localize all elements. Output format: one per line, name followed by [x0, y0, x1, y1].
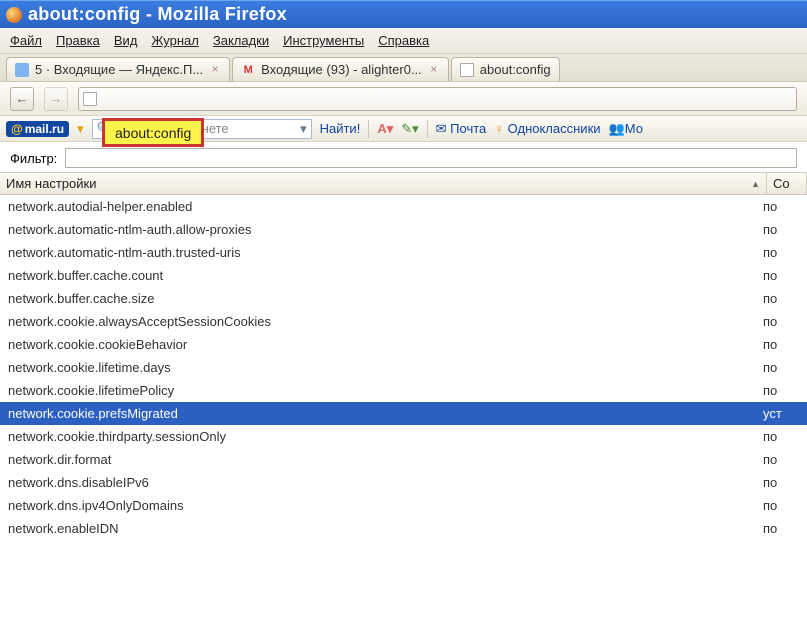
chevron-down-icon[interactable]: ▾ — [300, 121, 307, 137]
menu-edit[interactable]: Правка — [56, 33, 100, 48]
highlight-a-icon[interactable]: A▾ — [377, 121, 393, 137]
back-button[interactable]: ← — [10, 87, 34, 111]
prefs-table: network.autodial-helper.enabledпоnetwork… — [0, 195, 807, 540]
table-row[interactable]: network.cookie.prefsMigratedуст — [0, 402, 807, 425]
pref-name: network.dns.disableIPv6 — [8, 475, 763, 490]
odnoklassniki-link[interactable]: ♀ Одноклассники — [494, 121, 600, 136]
pref-name: network.automatic-ntlm-auth.allow-proxie… — [8, 222, 763, 237]
table-row[interactable]: network.cookie.thirdparty.sessionOnlyпо — [0, 425, 807, 448]
sort-asc-icon: ▲ — [751, 179, 760, 189]
pref-status: по — [763, 314, 799, 329]
separator — [368, 120, 369, 138]
mail-link[interactable]: ✉ Почта — [436, 121, 487, 137]
tab-yandex-inbox[interactable]: 5 · Входящие — Яндекс.П... × — [6, 57, 230, 81]
table-row[interactable]: network.dns.disableIPv6по — [0, 471, 807, 494]
window-title: about:config - Mozilla Firefox — [28, 4, 287, 25]
pref-status: по — [763, 291, 799, 306]
pref-name: network.dns.ipv4OnlyDomains — [8, 498, 763, 513]
table-row[interactable]: network.dns.ipv4OnlyDomainsпо — [0, 494, 807, 517]
menu-bookmarks[interactable]: Закладки — [213, 33, 269, 48]
pref-name: network.autodial-helper.enabled — [8, 199, 763, 214]
pref-status: уст — [763, 406, 799, 421]
menu-help[interactable]: Справка — [378, 33, 429, 48]
window-titlebar: about:config - Mozilla Firefox — [0, 0, 807, 28]
menu-bar: Файл Правка Вид Журнал Закладки Инструме… — [0, 28, 807, 54]
pref-name: network.buffer.cache.size — [8, 291, 763, 306]
pref-status: по — [763, 452, 799, 467]
table-row[interactable]: network.enableIDNпо — [0, 517, 807, 540]
pref-status: по — [763, 429, 799, 444]
pref-name: network.dir.format — [8, 452, 763, 467]
table-row[interactable]: network.cookie.cookieBehaviorпо — [0, 333, 807, 356]
column-status[interactable]: Со — [767, 173, 807, 194]
page-icon — [83, 92, 97, 106]
pref-status: по — [763, 268, 799, 283]
pref-status: по — [763, 245, 799, 260]
tab-label: Входящие (93) - alighter0... — [261, 62, 422, 77]
back-icon: ← — [16, 91, 29, 106]
pref-name: network.buffer.cache.count — [8, 268, 763, 283]
table-header: Имя настройки ▲ Со — [0, 172, 807, 195]
pref-name: network.cookie.lifetimePolicy — [8, 383, 763, 398]
separator — [427, 120, 428, 138]
url-highlight: about:config — [102, 118, 204, 147]
yandex-icon — [15, 63, 29, 77]
menu-view[interactable]: Вид — [114, 33, 138, 48]
forward-icon: → — [50, 91, 63, 106]
pref-status: по — [763, 383, 799, 398]
tab-about-config[interactable]: about:config — [451, 57, 560, 81]
table-row[interactable]: network.dir.formatпо — [0, 448, 807, 471]
forward-button[interactable]: → — [44, 87, 68, 111]
menu-tools[interactable]: Инструменты — [283, 33, 364, 48]
tab-label: 5 · Входящие — Яндекс.П... — [35, 62, 203, 77]
gmail-icon: M — [241, 63, 255, 77]
pref-status: по — [763, 498, 799, 513]
table-row[interactable]: network.cookie.alwaysAcceptSessionCookie… — [0, 310, 807, 333]
navigation-toolbar: ← → — [0, 82, 807, 116]
tab-label: about:config — [480, 62, 551, 77]
firefox-icon — [6, 7, 22, 23]
close-icon[interactable]: × — [428, 64, 440, 76]
table-row[interactable]: network.buffer.cache.sizeпо — [0, 287, 807, 310]
pref-status: по — [763, 222, 799, 237]
table-row[interactable]: network.autodial-helper.enabledпо — [0, 195, 807, 218]
more-link[interactable]: 👥Мо — [609, 121, 643, 137]
table-row[interactable]: network.buffer.cache.countпо — [0, 264, 807, 287]
dropdown-icon[interactable]: ▾ — [77, 121, 84, 137]
filter-label: Фильтр: — [10, 151, 57, 166]
url-bar[interactable] — [78, 87, 797, 111]
table-row[interactable]: network.automatic-ntlm-auth.trusted-uris… — [0, 241, 807, 264]
table-row[interactable]: network.cookie.lifetimePolicyпо — [0, 379, 807, 402]
pref-status: по — [763, 360, 799, 375]
page-icon — [460, 63, 474, 77]
column-name[interactable]: Имя настройки ▲ — [0, 173, 767, 194]
menu-file[interactable]: Файл — [10, 33, 42, 48]
table-row[interactable]: network.cookie.lifetime.daysпо — [0, 356, 807, 379]
close-icon[interactable]: × — [209, 64, 221, 76]
pref-status: по — [763, 337, 799, 352]
pref-name: network.automatic-ntlm-auth.trusted-uris — [8, 245, 763, 260]
pref-status: по — [763, 475, 799, 490]
find-button[interactable]: Найти! — [320, 121, 361, 136]
filter-input[interactable] — [65, 148, 797, 168]
pref-name: network.cookie.lifetime.days — [8, 360, 763, 375]
pref-name: network.cookie.prefsMigrated — [8, 406, 763, 421]
tab-strip: 5 · Входящие — Яндекс.П... × M Входящие … — [0, 54, 807, 82]
menu-history[interactable]: Журнал — [151, 33, 198, 48]
pref-name: network.enableIDN — [8, 521, 763, 536]
mailru-logo[interactable]: @mail.ru — [6, 121, 69, 137]
pref-name: network.cookie.alwaysAcceptSessionCookie… — [8, 314, 763, 329]
table-row[interactable]: network.automatic-ntlm-auth.allow-proxie… — [0, 218, 807, 241]
pref-name: network.cookie.thirdparty.sessionOnly — [8, 429, 763, 444]
pref-status: по — [763, 199, 799, 214]
pref-status: по — [763, 521, 799, 536]
pref-name: network.cookie.cookieBehavior — [8, 337, 763, 352]
pencil-icon[interactable]: ✎▾ — [401, 121, 418, 137]
tab-gmail-inbox[interactable]: M Входящие (93) - alighter0... × — [232, 57, 449, 81]
